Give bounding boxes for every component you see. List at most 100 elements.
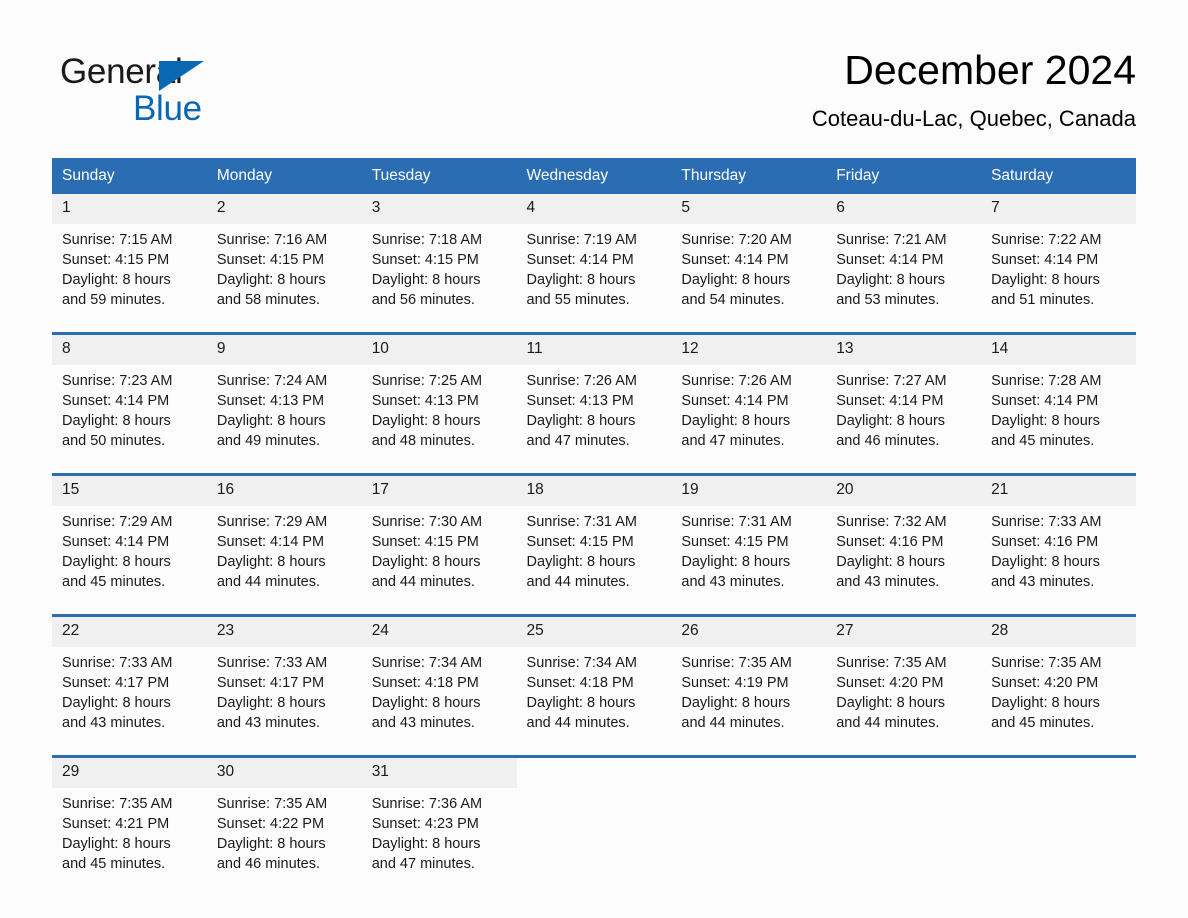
- day-cell[interactable]: Sunrise: 7:28 AM Sunset: 4:14 PM Dayligh…: [981, 365, 1136, 475]
- day-cell[interactable]: Sunrise: 7:33 AM Sunset: 4:16 PM Dayligh…: [981, 506, 1136, 616]
- day-cell[interactable]: Sunrise: 7:21 AM Sunset: 4:14 PM Dayligh…: [826, 224, 982, 334]
- day-cell[interactable]: Sunrise: 7:29 AM Sunset: 4:14 PM Dayligh…: [206, 506, 362, 616]
- day-cell[interactable]: Sunrise: 7:31 AM Sunset: 4:15 PM Dayligh…: [516, 506, 672, 616]
- day-cell[interactable]: Sunrise: 7:18 AM Sunset: 4:15 PM Dayligh…: [361, 224, 517, 334]
- sunset-text: Sunset: 4:15 PM: [371, 252, 479, 268]
- day-number[interactable]: 14: [981, 332, 1136, 365]
- day-cell[interactable]: Sunrise: 7:35 AM Sunset: 4:19 PM Dayligh…: [671, 647, 827, 757]
- day-cell[interactable]: Sunrise: 7:35 AM Sunset: 4:22 PM Dayligh…: [206, 788, 362, 896]
- day-cell[interactable]: Sunrise: 7:16 AM Sunset: 4:15 PM Dayligh…: [206, 224, 362, 334]
- day-cell[interactable]: Sunrise: 7:23 AM Sunset: 4:14 PM Dayligh…: [52, 365, 207, 475]
- daylight-text-line1: Daylight: 8 hours: [681, 413, 791, 429]
- day-number[interactable]: 29: [52, 755, 207, 788]
- day-cell[interactable]: Sunrise: 7:22 AM Sunset: 4:14 PM Dayligh…: [981, 224, 1136, 334]
- daylight-text-line2: and 43 minutes.: [681, 574, 785, 590]
- day-cell[interactable]: Sunrise: 7:34 AM Sunset: 4:18 PM Dayligh…: [361, 647, 517, 757]
- day-number[interactable]: 28: [981, 614, 1136, 647]
- day-cell[interactable]: Sunrise: 7:35 AM Sunset: 4:21 PM Dayligh…: [52, 788, 207, 896]
- day-number[interactable]: 8: [52, 332, 207, 365]
- day-number[interactable]: 26: [671, 614, 827, 647]
- day-cell[interactable]: Sunrise: 7:20 AM Sunset: 4:14 PM Dayligh…: [671, 224, 827, 334]
- daylight-text-line1: Daylight: 8 hours: [62, 836, 171, 852]
- day-cell[interactable]: Sunrise: 7:35 AM Sunset: 4:20 PM Dayligh…: [826, 647, 982, 757]
- day-number[interactable]: 7: [981, 194, 1136, 224]
- sunset-text: Sunset: 4:14 PM: [681, 252, 789, 268]
- day-cell[interactable]: Sunrise: 7:15 AM Sunset: 4:15 PM Dayligh…: [52, 224, 207, 334]
- day-cell[interactable]: Sunrise: 7:31 AM Sunset: 4:15 PM Dayligh…: [671, 506, 827, 616]
- day-cell[interactable]: Sunrise: 7:34 AM Sunset: 4:18 PM Dayligh…: [516, 647, 672, 757]
- sunrise-text: Sunrise: 7:35 AM: [216, 796, 328, 812]
- day-number[interactable]: 4: [516, 194, 672, 224]
- day-number[interactable]: 6: [826, 194, 982, 224]
- day-number[interactable]: 25: [516, 614, 672, 647]
- sunset-text: Sunset: 4:16 PM: [836, 534, 944, 550]
- sunrise-text: Sunrise: 7:36 AM: [371, 796, 483, 812]
- daylight-text-line2: and 51 minutes.: [991, 292, 1095, 308]
- day-cell[interactable]: Sunrise: 7:33 AM Sunset: 4:17 PM Dayligh…: [52, 647, 207, 757]
- daylight-text-line2: and 46 minutes.: [216, 856, 321, 872]
- daylight-text-line1: Daylight: 8 hours: [216, 554, 326, 570]
- daylight-text-line1: Daylight: 8 hours: [836, 272, 946, 288]
- day-cell[interactable]: Sunrise: 7:30 AM Sunset: 4:15 PM Dayligh…: [361, 506, 517, 616]
- day-cell[interactable]: Sunrise: 7:36 AM Sunset: 4:23 PM Dayligh…: [361, 788, 517, 896]
- day-number-empty: [981, 755, 1136, 788]
- day-number[interactable]: 3: [361, 194, 517, 224]
- daylight-text-line2: and 43 minutes.: [371, 715, 475, 731]
- sunset-text: Sunset: 4:18 PM: [371, 675, 479, 691]
- day-number[interactable]: 17: [361, 473, 517, 506]
- calendar-page: General Blue December 2024 Coteau-du-Lac…: [0, 0, 1188, 918]
- day-number[interactable]: 21: [981, 473, 1136, 506]
- day-cell[interactable]: Sunrise: 7:26 AM Sunset: 4:14 PM Dayligh…: [671, 365, 827, 475]
- day-number[interactable]: 2: [206, 194, 362, 224]
- daylight-text-line1: Daylight: 8 hours: [62, 413, 171, 429]
- day-number[interactable]: 18: [516, 473, 672, 506]
- day-number[interactable]: 20: [826, 473, 982, 506]
- day-cell[interactable]: Sunrise: 7:29 AM Sunset: 4:14 PM Dayligh…: [52, 506, 207, 616]
- day-cell[interactable]: Sunrise: 7:32 AM Sunset: 4:16 PM Dayligh…: [826, 506, 982, 616]
- day-cell[interactable]: Sunrise: 7:26 AM Sunset: 4:13 PM Dayligh…: [516, 365, 672, 475]
- day-cell[interactable]: Sunrise: 7:24 AM Sunset: 4:13 PM Dayligh…: [206, 365, 362, 475]
- day-cell[interactable]: Sunrise: 7:25 AM Sunset: 4:13 PM Dayligh…: [361, 365, 517, 475]
- week-info-row: Sunrise: 7:33 AM Sunset: 4:17 PM Dayligh…: [52, 647, 1136, 757]
- daylight-text-line2: and 53 minutes.: [836, 292, 940, 308]
- daylight-text-line2: and 45 minutes.: [991, 715, 1095, 731]
- daylight-text-line1: Daylight: 8 hours: [62, 554, 171, 570]
- daylight-text-line1: Daylight: 8 hours: [991, 413, 1100, 429]
- week-date-row: 29 30 31: [52, 755, 1136, 788]
- day-number[interactable]: 5: [671, 194, 827, 224]
- day-number[interactable]: 27: [826, 614, 982, 647]
- daylight-text-line1: Daylight: 8 hours: [216, 272, 326, 288]
- day-number[interactable]: 13: [826, 332, 982, 365]
- day-number[interactable]: 23: [206, 614, 362, 647]
- day-number[interactable]: 12: [671, 332, 827, 365]
- day-number[interactable]: 11: [516, 332, 672, 365]
- day-number[interactable]: 24: [361, 614, 517, 647]
- sunrise-sunset-calendar: Sunday Monday Tuesday Wednesday Thursday…: [52, 158, 1136, 896]
- day-cell[interactable]: Sunrise: 7:33 AM Sunset: 4:17 PM Dayligh…: [206, 647, 362, 757]
- day-number[interactable]: 16: [206, 473, 362, 506]
- sunset-text: Sunset: 4:14 PM: [62, 534, 170, 550]
- daylight-text-line2: and 43 minutes.: [836, 574, 940, 590]
- daylight-text-line1: Daylight: 8 hours: [526, 413, 636, 429]
- sunrise-text: Sunrise: 7:18 AM: [371, 232, 483, 248]
- sunrise-text: Sunrise: 7:29 AM: [62, 514, 173, 530]
- daylight-text-line2: and 47 minutes.: [681, 433, 785, 449]
- daylight-text-line1: Daylight: 8 hours: [836, 695, 946, 711]
- day-number[interactable]: 31: [361, 755, 517, 788]
- day-number[interactable]: 19: [671, 473, 827, 506]
- day-cell[interactable]: Sunrise: 7:19 AM Sunset: 4:14 PM Dayligh…: [516, 224, 672, 334]
- general-blue-logo[interactable]: General Blue: [60, 52, 260, 132]
- day-number[interactable]: 30: [206, 755, 362, 788]
- day-cell-empty: [981, 788, 1136, 896]
- week-info-row: Sunrise: 7:23 AM Sunset: 4:14 PM Dayligh…: [52, 365, 1136, 475]
- day-number[interactable]: 1: [52, 194, 207, 224]
- daylight-text-line2: and 44 minutes.: [371, 574, 475, 590]
- day-number[interactable]: 10: [361, 332, 517, 365]
- day-number[interactable]: 15: [52, 473, 207, 506]
- day-number[interactable]: 22: [52, 614, 207, 647]
- day-cell[interactable]: Sunrise: 7:35 AM Sunset: 4:20 PM Dayligh…: [981, 647, 1136, 757]
- day-number[interactable]: 9: [206, 332, 362, 365]
- day-cell[interactable]: Sunrise: 7:27 AM Sunset: 4:14 PM Dayligh…: [826, 365, 982, 475]
- sunset-text: Sunset: 4:14 PM: [991, 252, 1099, 268]
- daylight-text-line1: Daylight: 8 hours: [216, 836, 326, 852]
